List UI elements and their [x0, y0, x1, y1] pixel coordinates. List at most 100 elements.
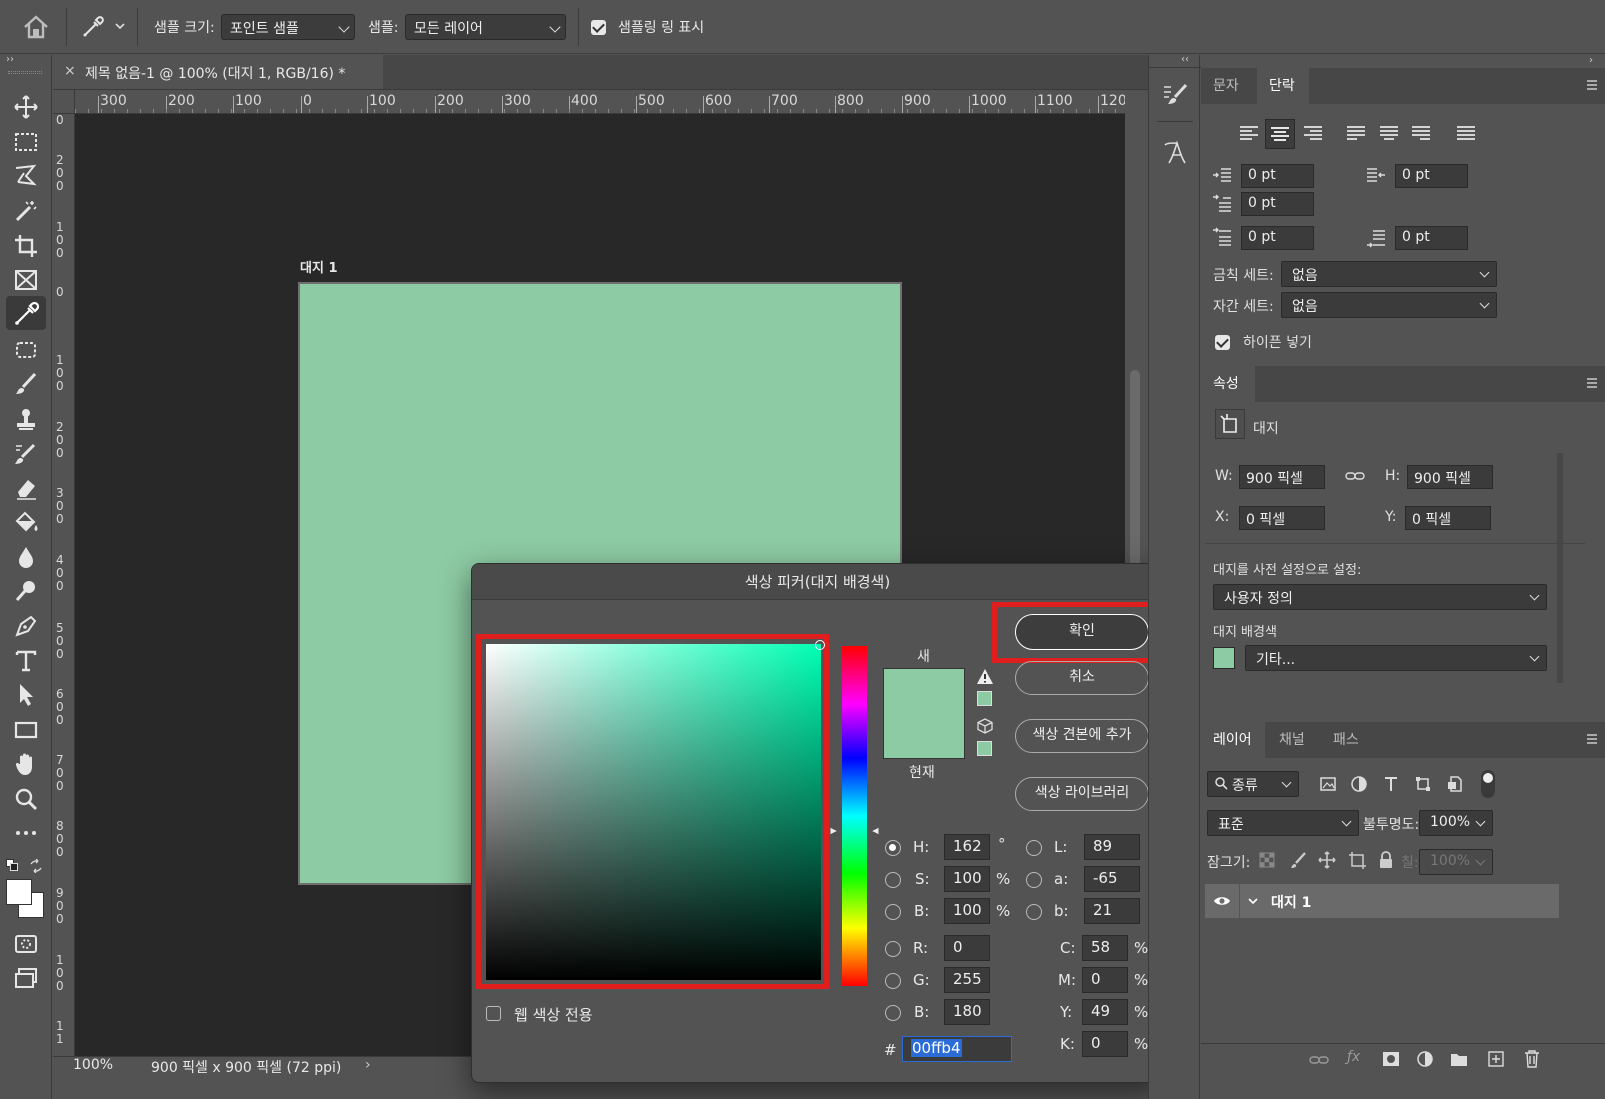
collapse-left-arrows-icon[interactable]: ‹‹ — [1181, 55, 1195, 65]
adjustment-layer-icon[interactable] — [1415, 1050, 1435, 1068]
vertical-ruler[interactable]: 0 2 0 0 1 0 0 0 1 0 0 2 0 0 3 0 0 4 0 0 5 0 0 6 0… — [53, 114, 75, 1056]
align-right-icon[interactable] — [1301, 121, 1325, 147]
fx-icon[interactable]: ƒx — [1347, 1049, 1367, 1069]
blue-radio[interactable] — [885, 1005, 901, 1021]
brightness-field[interactable]: 100 — [944, 898, 990, 924]
sample-size-select[interactable]: 포인트 샘플 — [221, 14, 355, 40]
panel-menu-icon[interactable] — [1585, 78, 1599, 92]
color-libraries-button[interactable]: 색상 라이브러리 — [1015, 777, 1149, 811]
zoom-level[interactable]: 100% — [73, 1057, 113, 1073]
gamut-color-swatch[interactable] — [977, 691, 992, 706]
cyan-field[interactable]: 58 — [1082, 935, 1128, 961]
lab-a-field[interactable]: -65 — [1084, 866, 1140, 892]
patch-tool-icon[interactable] — [12, 336, 40, 364]
home-icon[interactable] — [22, 14, 50, 40]
color-field-cursor[interactable] — [815, 640, 825, 650]
link-layers-icon[interactable] — [1309, 1051, 1329, 1069]
layer-row[interactable]: 대지 1 — [1205, 884, 1559, 918]
justify-all-icon[interactable] — [1454, 121, 1478, 147]
filter-shape-icon[interactable] — [1413, 774, 1433, 794]
chevron-down-icon[interactable] — [1247, 895, 1259, 907]
hand-tool-icon[interactable] — [12, 750, 40, 778]
magic-wand-tool-icon[interactable] — [12, 197, 40, 225]
lock-transparent-icon[interactable] — [1259, 852, 1275, 868]
zoom-tool-icon[interactable] — [12, 785, 40, 813]
filter-smart-object-icon[interactable] — [1445, 774, 1465, 794]
new-group-icon[interactable] — [1449, 1050, 1469, 1068]
history-brush-tool-icon[interactable] — [12, 440, 40, 468]
collapse-arrows-icon[interactable]: ›› — [6, 55, 20, 65]
saturation-radio[interactable] — [885, 872, 901, 888]
tab-channels[interactable]: 채널 — [1267, 722, 1317, 758]
panel-menu-icon[interactable] — [1585, 732, 1599, 746]
justify-last-center-icon[interactable] — [1377, 121, 1401, 147]
space-before-field[interactable]: 0 pt — [1241, 226, 1314, 250]
tab-paragraph[interactable]: 단락 — [1257, 68, 1309, 104]
tab-paths[interactable]: 패스 — [1321, 722, 1371, 758]
close-tab-icon[interactable]: × — [64, 63, 76, 79]
indent-left-field[interactable]: 0 pt — [1241, 164, 1314, 188]
lock-pixels-icon[interactable] — [1289, 851, 1307, 869]
rectangle-tool-icon[interactable] — [12, 716, 40, 744]
lock-all-icon[interactable] — [1377, 850, 1395, 870]
ruler-origin[interactable] — [53, 90, 75, 114]
link-dimensions-icon[interactable] — [1345, 468, 1365, 484]
filter-toggle[interactable] — [1481, 770, 1495, 798]
pen-tool-icon[interactable] — [12, 612, 40, 640]
y-field[interactable]: 0 픽셀 — [1405, 506, 1491, 530]
blend-mode-select[interactable]: 표준 — [1207, 810, 1359, 836]
opacity-field[interactable]: 100% — [1419, 810, 1493, 836]
kinsoku-select[interactable]: 없음 — [1281, 261, 1497, 287]
artboard-bg-select[interactable]: 기타... — [1245, 645, 1547, 671]
align-left-icon[interactable] — [1237, 121, 1261, 147]
lab-l-field[interactable]: 89 — [1084, 834, 1140, 860]
align-center-icon[interactable] — [1265, 119, 1295, 149]
glyphs-icon[interactable] — [1161, 139, 1189, 167]
hue-radio[interactable] — [885, 840, 901, 856]
move-tool-icon[interactable] — [12, 93, 40, 121]
green-radio[interactable] — [885, 973, 901, 989]
chevron-right-icon[interactable]: › — [365, 1057, 371, 1073]
path-selection-tool-icon[interactable] — [12, 681, 40, 709]
default-colors-icon[interactable] — [6, 859, 18, 871]
foreground-color-swatch[interactable] — [6, 879, 32, 905]
document-info[interactable]: 900 픽셀 x 900 픽셀 (72 ppi) — [151, 1057, 341, 1077]
horizontal-ruler[interactable]: 300 200 100 0 100 200 300 400 500 600 700 800 900 100… — [75, 90, 1125, 114]
hyphenate-checkbox[interactable] — [1215, 335, 1230, 350]
justify-last-right-icon[interactable] — [1409, 121, 1433, 147]
properties-scrollbar[interactable] — [1557, 453, 1563, 683]
blue-field[interactable]: 180 — [944, 999, 990, 1025]
lab-a-radio[interactable] — [1026, 872, 1042, 888]
new-layer-icon[interactable] — [1487, 1050, 1505, 1068]
x-field[interactable]: 0 픽셀 — [1239, 506, 1325, 530]
hue-slider[interactable] — [842, 646, 867, 986]
black-field[interactable]: 0 — [1082, 1031, 1128, 1057]
filter-adjustment-icon[interactable] — [1349, 774, 1369, 794]
web-colors-only-checkbox[interactable] — [486, 1006, 501, 1021]
lock-artboard-icon[interactable] — [1347, 850, 1367, 870]
frame-tool-icon[interactable] — [12, 266, 40, 294]
type-tool-icon[interactable] — [12, 647, 40, 675]
mojikumi-select[interactable]: 없음 — [1281, 292, 1497, 318]
hue-field[interactable]: 162 — [944, 834, 990, 860]
lab-b-field[interactable]: 21 — [1084, 898, 1140, 924]
preset-select[interactable]: 사용자 정의 — [1213, 584, 1547, 610]
indent-right-field[interactable]: 0 pt — [1395, 164, 1468, 188]
more-tools-icon[interactable] — [12, 819, 40, 847]
justify-last-left-icon[interactable] — [1344, 121, 1368, 147]
add-mask-icon[interactable] — [1381, 1050, 1401, 1068]
dodge-tool-icon[interactable] — [12, 577, 40, 605]
height-field[interactable]: 900 픽셀 — [1407, 465, 1493, 489]
quick-mask-icon[interactable] — [12, 930, 40, 958]
brush-tool-icon[interactable] — [12, 370, 40, 398]
width-field[interactable]: 900 픽셀 — [1239, 465, 1325, 489]
show-ring-checkbox[interactable] — [591, 20, 606, 35]
out-of-gamut-warning-icon[interactable] — [976, 668, 994, 686]
lab-b-radio[interactable] — [1026, 904, 1042, 920]
layer-filter-select[interactable]: 종류 — [1207, 771, 1299, 797]
space-after-field[interactable]: 0 pt — [1395, 226, 1468, 250]
visibility-eye-icon[interactable] — [1213, 894, 1231, 908]
delete-layer-icon[interactable] — [1523, 1049, 1541, 1069]
marquee-tool-icon[interactable] — [12, 128, 40, 156]
web-safe-color-swatch[interactable] — [977, 741, 992, 756]
